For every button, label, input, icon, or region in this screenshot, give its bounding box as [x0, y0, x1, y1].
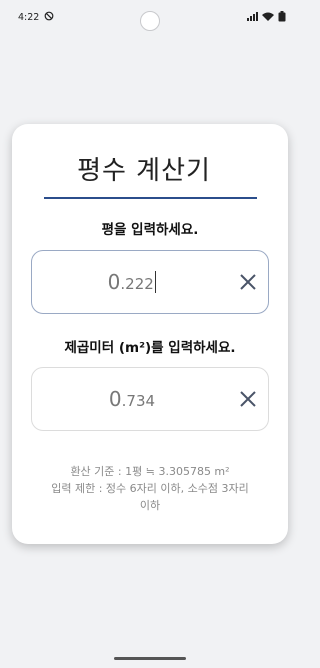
close-icon: [240, 274, 256, 290]
sqm-value: 0.734: [32, 368, 232, 430]
pyeong-label: 평을 입력하세요.: [101, 222, 199, 238]
sqm-value-frac: .734: [121, 392, 156, 410]
footer-note: 환산 기준 : 1평 ≒ 3.305785 m² 입력 제한 : 정수 6자리 …: [20, 463, 280, 514]
pyeong-value-int: 0: [107, 270, 121, 294]
sqm-label: 제곱미터 (m²)를 입력하세요.: [64, 340, 236, 356]
text-caret: [154, 271, 157, 293]
home-indicator[interactable]: [114, 657, 186, 660]
sqm-clear-button[interactable]: [234, 385, 262, 413]
pyeong-clear-button[interactable]: [234, 268, 262, 296]
pyeong-input[interactable]: 0.222: [31, 250, 269, 314]
conversion-basis-text: 환산 기준 : 1평 ≒ 3.305785 m²: [70, 465, 230, 478]
signal-icon: [247, 12, 258, 21]
title-underline: [44, 197, 257, 199]
close-icon: [240, 391, 256, 407]
front-camera: [140, 11, 160, 31]
page-title: 평수 계산기: [77, 156, 211, 186]
battery-icon: [278, 11, 286, 22]
wifi-icon: [262, 12, 274, 21]
status-time: 4:22: [18, 12, 40, 23]
input-limit-text-cont: 이하: [139, 499, 161, 512]
sqm-input[interactable]: 0.734: [31, 367, 269, 431]
pyeong-value: 0.222: [32, 251, 232, 313]
do-not-disturb-icon: [44, 11, 54, 21]
pyeong-value-frac: .222: [120, 275, 154, 293]
sqm-value-int: 0: [108, 387, 122, 411]
input-limit-text: 입력 제한 : 정수 6자리 이하, 소수점 3자리: [51, 482, 249, 495]
